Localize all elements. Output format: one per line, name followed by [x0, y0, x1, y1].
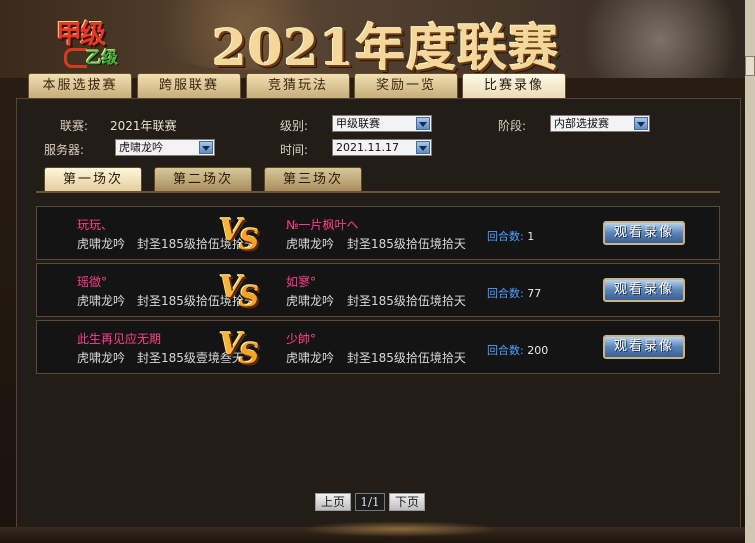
header-banner: 甲级 乙级 2021年度联赛 [0, 0, 755, 78]
chevron-down-icon[interactable] [416, 117, 430, 130]
league-value: 2021年联赛 [110, 119, 177, 133]
rounds-count: 回合数: 200 [487, 342, 548, 358]
league-level-logo: 甲级 乙级 [52, 12, 132, 68]
left-player-server: 虎啸龙吟 [77, 237, 126, 251]
server-select[interactable]: 虎啸龙吟 [115, 139, 215, 156]
vs-icon: V S [219, 327, 263, 370]
level-label: 级别: [280, 119, 309, 133]
match-row: 此生再见应无期 虎啸龙吟 封圣185级壹境叁天 V S 少帥° 虎啸龙吟 封圣1… [36, 320, 720, 374]
tab-rewards[interactable]: 奖励一览 [354, 73, 458, 98]
banner-smoke [560, 0, 755, 78]
stage-select-value: 内部选拔赛 [554, 117, 609, 130]
server-label: 服务器: [44, 143, 85, 157]
right-player-title: 封圣185级拾伍境拾天 [347, 351, 466, 365]
tab-cross-server-league[interactable]: 跨服联赛 [137, 73, 241, 98]
right-player-title: 封圣185级拾伍境拾天 [347, 237, 466, 251]
rounds-label: 回合数: [487, 344, 524, 357]
page-title: 2021年度联赛 [212, 18, 560, 77]
stage-select[interactable]: 内部选拔赛 [550, 115, 650, 132]
rounds-value: 1 [527, 230, 535, 243]
logo-sub-text: 乙级 [86, 48, 119, 67]
left-player-name: 玩玩、 [77, 218, 114, 232]
right-player-name: 少帥° [286, 332, 317, 346]
vs-icon: V S [219, 270, 263, 313]
tab-round-3[interactable]: 第三场次 [264, 167, 362, 191]
level-select[interactable]: 甲级联赛 [332, 115, 432, 132]
right-player-server: 虎啸龙吟 [286, 294, 335, 308]
rounds-value: 77 [527, 287, 542, 300]
stage-label: 阶段: [498, 119, 527, 133]
tab-betting[interactable]: 竞猜玩法 [246, 73, 350, 98]
watch-replay-button[interactable]: 观看录像 [603, 221, 685, 245]
watch-replay-button[interactable]: 观看录像 [603, 278, 685, 302]
vs-letter-s: S [239, 223, 260, 256]
rounds-count: 回合数: 77 [487, 285, 541, 301]
time-select[interactable]: 2021.11.17 [332, 139, 432, 156]
next-page-button[interactable]: 下页 [389, 493, 425, 511]
bottom-frame [0, 521, 745, 543]
left-player-server: 虎啸龙吟 [77, 294, 126, 308]
rounds-label: 回合数: [487, 230, 524, 243]
chevron-down-icon[interactable] [416, 141, 430, 154]
rounds-label: 回合数: [487, 287, 524, 300]
prev-page-button[interactable]: 上页 [315, 493, 351, 511]
sub-tab-divider [36, 191, 720, 193]
match-row: 瑶㣲° 虎啸龙吟 封圣185级拾伍境拾天 V S 如寥° 虎啸龙吟 封圣185级… [36, 263, 720, 317]
chevron-down-icon[interactable] [634, 117, 648, 130]
tab-match-replays[interactable]: 比赛录像 [462, 73, 566, 98]
time-select-value: 2021.11.17 [336, 141, 399, 154]
side-handle[interactable] [745, 56, 755, 76]
right-player-server: 虎啸龙吟 [286, 237, 335, 251]
right-player-name: 如寥° [286, 275, 317, 289]
vs-icon: V S [219, 213, 263, 256]
chevron-down-icon[interactable] [199, 141, 213, 154]
vs-letter-s: S [239, 280, 260, 313]
tab-round-1[interactable]: 第一场次 [44, 167, 142, 191]
left-player-name: 此生再见应无期 [77, 332, 162, 346]
league-label: 联赛: [60, 119, 89, 133]
time-label: 时间: [280, 143, 309, 157]
server-select-value: 虎啸龙吟 [119, 141, 163, 154]
league-window: 甲级 乙级 2021年度联赛 本服选拔赛 跨服联赛 竞猜玩法 奖励一览 比赛录像… [0, 0, 755, 543]
right-player-title: 封圣185级拾伍境拾天 [347, 294, 466, 308]
left-player-server: 虎啸龙吟 [77, 351, 126, 365]
rounds-count: 回合数: 1 [487, 228, 534, 244]
watch-replay-button[interactable]: 观看录像 [603, 335, 685, 359]
right-player-server: 虎啸龙吟 [286, 351, 335, 365]
left-player-name: 瑶㣲° [77, 275, 108, 289]
level-select-value: 甲级联赛 [336, 117, 380, 130]
right-player-name: №一片枫叶ヘ [286, 218, 359, 232]
tab-round-2[interactable]: 第二场次 [154, 167, 252, 191]
swap-arrow-icon [64, 48, 87, 68]
page-indicator: 1/1 [355, 493, 385, 511]
match-row: 玩玩、 虎啸龙吟 封圣185级拾伍境拾天 V S №一片枫叶ヘ 虎啸龙吟 封圣1… [36, 206, 720, 260]
vs-letter-s: S [239, 337, 260, 370]
window-edge [745, 0, 755, 543]
bottom-glow [300, 521, 500, 537]
tab-local-selection[interactable]: 本服选拔赛 [28, 73, 132, 98]
rounds-value: 200 [527, 344, 549, 357]
